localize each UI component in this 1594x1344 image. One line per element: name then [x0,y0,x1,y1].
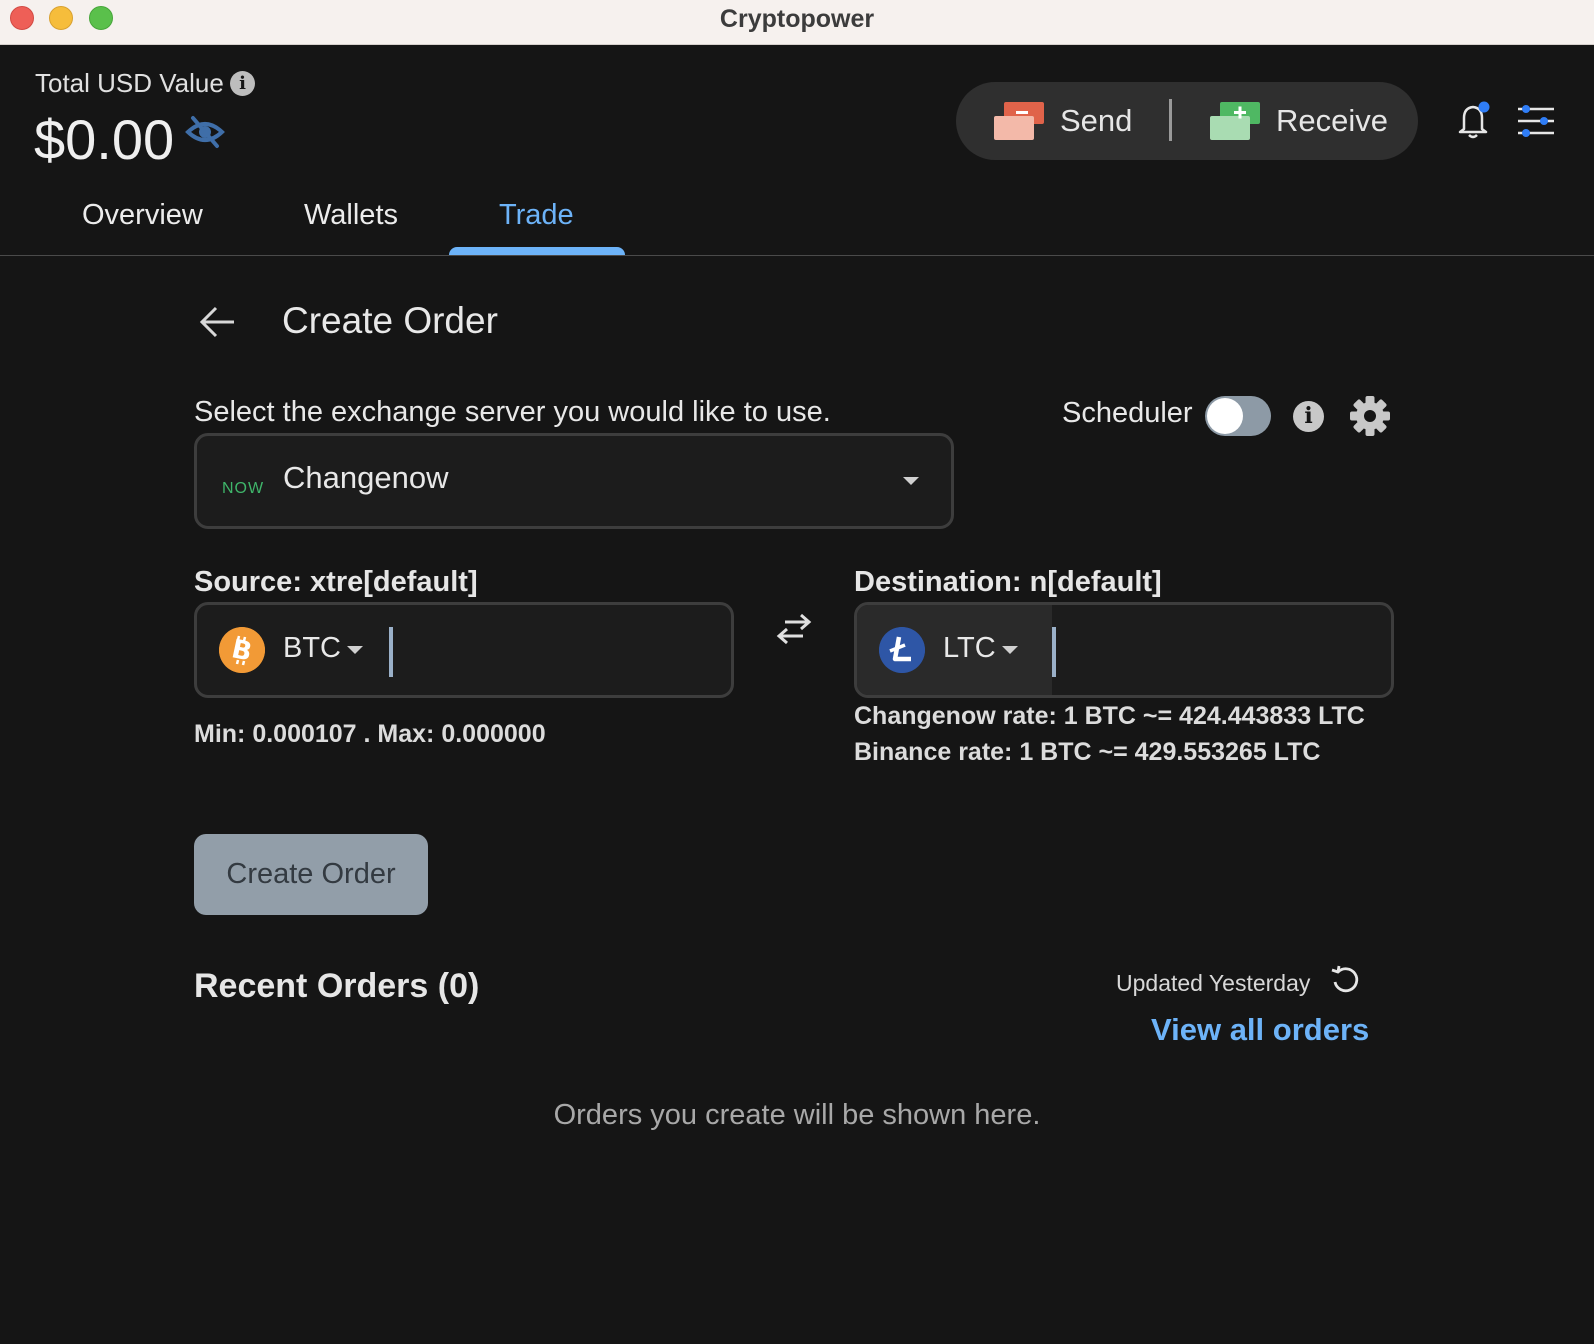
changenow-rate: Changenow rate: 1 BTC ~= 424.443833 LTC [854,702,1365,730]
window-titlebar: Cryptopower [0,0,1594,45]
receive-icon [1210,102,1260,140]
exchange-server-prompt: Select the exchange server you would lik… [194,396,831,428]
send-icon [994,102,1044,140]
exchange-server-name: Changenow [283,460,449,495]
total-usd-label: Total USD Value [35,68,224,98]
swap-arrows-icon[interactable] [775,612,813,646]
destination-amount-field: LTC [854,602,1394,698]
tab-wallets[interactable]: Wallets [304,199,398,232]
source-min-max: Min: 0.000107 . Max: 0.000000 [194,720,546,748]
scheduler-toggle[interactable] [1205,396,1271,436]
info-icon[interactable]: i [230,71,255,96]
btc-icon: B [219,627,265,673]
settings-sliders-icon[interactable] [1516,104,1556,138]
source-wallet-label: Source: xtre[default] [194,566,478,598]
create-order-button[interactable]: Create Order [194,834,428,915]
destination-wallet-label: Destination: n[default] [854,566,1162,598]
notification-bell-icon[interactable] [1456,101,1492,141]
destination-amount-input[interactable] [1069,619,1377,681]
chevron-down-icon [1002,646,1018,654]
refresh-icon[interactable] [1330,965,1360,995]
binance-rate: Binance rate: 1 BTC ~= 429.553265 LTC [854,738,1321,766]
active-tab-indicator [449,247,625,255]
chevron-down-icon [903,477,919,485]
window-title: Cryptopower [719,5,875,33]
hide-balance-eye-icon[interactable] [185,115,225,149]
back-arrow-icon[interactable] [198,304,238,340]
chevron-down-icon [347,646,363,654]
destination-coin-selector[interactable]: LTC [857,605,1052,695]
tab-overview[interactable]: Overview [82,199,203,232]
page-title: Create Order [282,300,498,341]
ltc-icon [879,627,925,673]
destination-coin-name: LTC [943,632,996,664]
field-divider [1052,627,1056,677]
empty-orders-message: Orders you create will be shown here. [553,1099,1041,1131]
gear-icon[interactable] [1349,395,1391,437]
updated-status: Updated Yesterday [1116,970,1311,996]
pill-divider [1169,99,1172,141]
source-amount-input[interactable] [405,619,717,681]
total-usd-value: $0.00 [34,108,175,171]
recent-orders-title: Recent Orders (0) [194,967,480,1005]
tab-trade[interactable]: Trade [499,199,574,232]
scheduler-toggle-knob [1207,398,1243,434]
scheduler-info-icon[interactable]: i [1293,401,1324,432]
changenow-logo: NOW [222,480,265,497]
scheduler-label: Scheduler [1062,397,1193,429]
source-coin-name: BTC [283,632,341,664]
send-button[interactable]: Send [1060,103,1132,139]
view-all-orders-link[interactable]: View all orders [1151,1012,1369,1048]
send-receive-bar: Send Receive [956,82,1418,160]
field-divider [389,627,393,677]
source-amount-field: B BTC [194,602,734,698]
receive-button[interactable]: Receive [1276,103,1388,139]
exchange-server-dropdown[interactable]: NOW Changenow [194,433,954,529]
app-header: Total USD Value i $0.00 Send Receive Ove… [0,45,1594,256]
